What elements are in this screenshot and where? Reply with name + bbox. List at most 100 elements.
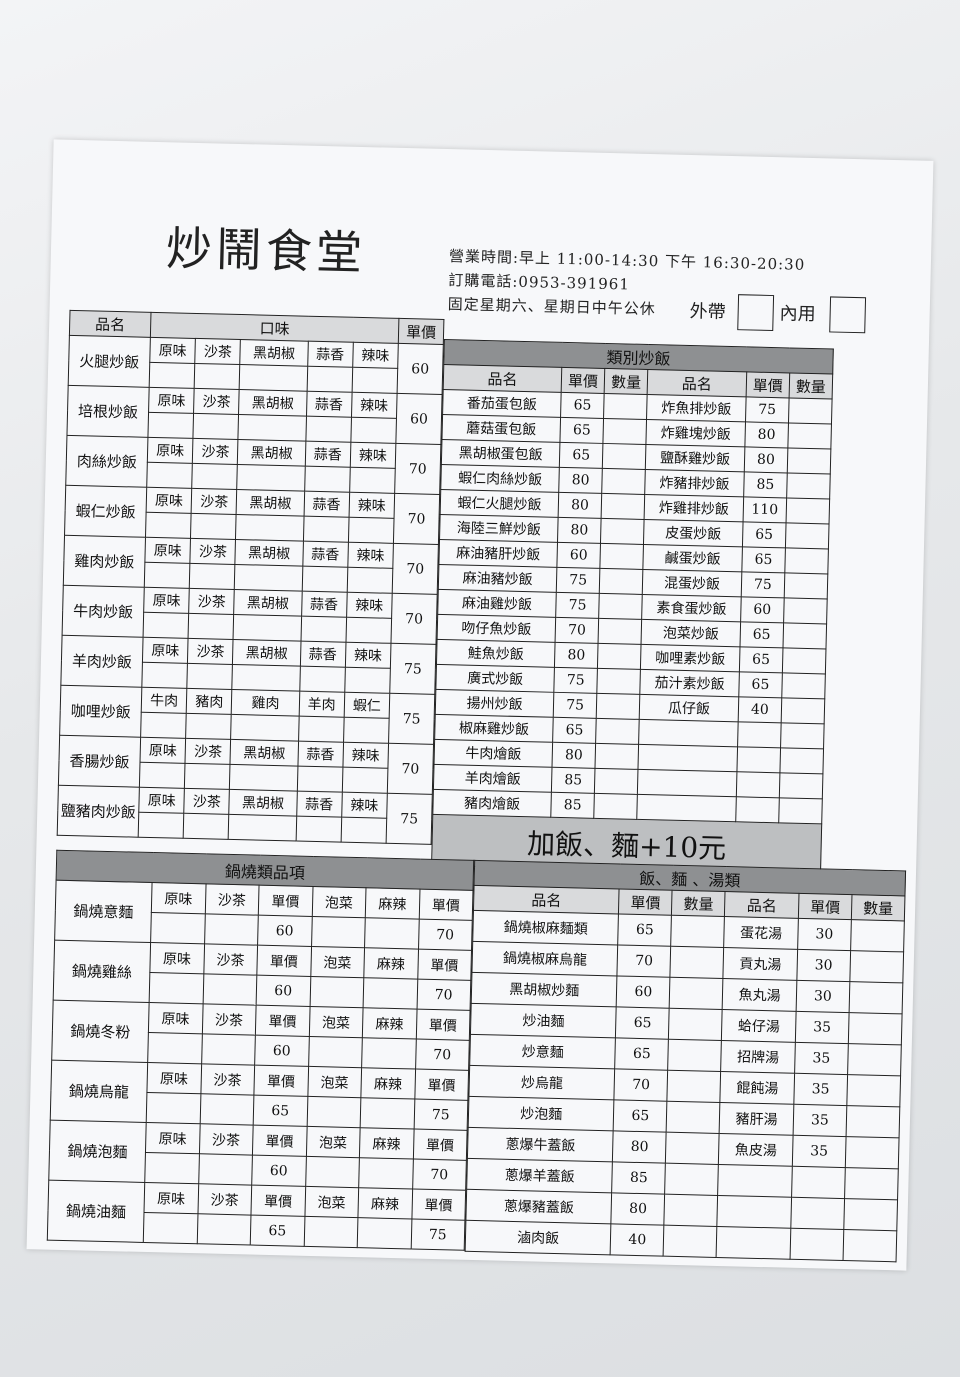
option-cell[interactable]: 單價 <box>417 949 472 981</box>
option-cell[interactable]: 泡菜 <box>310 946 365 978</box>
option-cell[interactable]: 單價 <box>411 1188 466 1221</box>
qty-cell[interactable] <box>147 1032 202 1064</box>
option-cell[interactable]: 麻辣 <box>362 1007 417 1040</box>
qty-cell[interactable] <box>667 1039 722 1072</box>
flavor-option[interactable]: 辣味 <box>342 742 389 769</box>
option-cell[interactable]: 原味 <box>148 1002 203 1034</box>
qty-cell[interactable] <box>596 693 641 720</box>
qty-cell[interactable] <box>198 1153 253 1186</box>
flavor-option[interactable]: 沙茶 <box>183 788 230 815</box>
qty-cell[interactable] <box>784 572 828 599</box>
qty-cell[interactable] <box>295 816 342 843</box>
qty-cell[interactable] <box>194 363 241 390</box>
flavor-option[interactable]: 牛肉 <box>141 687 188 714</box>
qty-cell[interactable] <box>149 362 195 389</box>
qty-cell[interactable] <box>844 1167 899 1200</box>
option-cell[interactable]: 泡菜 <box>304 1186 359 1218</box>
qty-cell[interactable] <box>144 562 191 589</box>
flavor-option[interactable]: 沙茶 <box>191 488 238 515</box>
qty-cell[interactable] <box>668 1008 723 1041</box>
option-cell[interactable]: 單價 <box>252 1125 307 1157</box>
takeout-checkbox[interactable] <box>737 294 775 332</box>
qty-cell[interactable] <box>671 915 725 948</box>
flavor-option[interactable]: 沙茶 <box>194 338 241 365</box>
option-cell[interactable]: 單價 <box>414 1069 469 1101</box>
flavor-option[interactable]: 原味 <box>148 387 195 414</box>
qty-cell[interactable] <box>600 518 645 545</box>
qty-cell[interactable] <box>234 564 303 592</box>
qty-cell[interactable] <box>603 418 647 445</box>
flavor-option[interactable]: 黑胡椒 <box>229 789 297 817</box>
qty-cell[interactable] <box>343 717 390 744</box>
qty-cell[interactable] <box>778 797 823 824</box>
option-cell[interactable]: 泡菜 <box>305 1126 361 1158</box>
qty-cell[interactable] <box>308 1036 363 1068</box>
qty-cell[interactable] <box>784 547 829 574</box>
qty-cell[interactable] <box>782 647 826 674</box>
qty-cell[interactable] <box>597 643 642 670</box>
qty-cell[interactable] <box>187 663 233 690</box>
qty-cell[interactable] <box>184 763 231 790</box>
qty-cell[interactable] <box>144 1152 199 1184</box>
qty-cell[interactable] <box>593 793 638 820</box>
qty-cell[interactable] <box>239 364 308 392</box>
qty-cell[interactable] <box>601 468 646 495</box>
qty-cell[interactable] <box>342 767 388 794</box>
flavor-option[interactable]: 黑胡椒 <box>238 389 307 417</box>
qty-cell[interactable] <box>190 513 237 540</box>
qty-cell[interactable] <box>783 597 828 624</box>
flavor-option[interactable]: 辣味 <box>346 592 393 619</box>
qty-cell[interactable] <box>348 517 395 544</box>
qty-cell[interactable] <box>202 973 257 1006</box>
option-cell[interactable]: 沙茶 <box>198 1123 254 1156</box>
qty-cell[interactable] <box>599 568 644 595</box>
qty-cell[interactable] <box>232 664 300 692</box>
qty-cell[interactable] <box>850 919 905 952</box>
flavor-option[interactable]: 辣味 <box>347 542 394 569</box>
qty-cell[interactable] <box>842 1229 897 1262</box>
qty-cell[interactable] <box>228 814 297 842</box>
flavor-option[interactable]: 辣味 <box>349 442 396 469</box>
option-cell[interactable]: 麻辣 <box>365 887 420 920</box>
qty-cell[interactable] <box>189 563 236 590</box>
qty-cell[interactable] <box>146 462 193 489</box>
qty-cell[interactable] <box>340 817 387 844</box>
flavor-option[interactable]: 原味 <box>138 787 185 814</box>
qty-cell[interactable] <box>299 666 346 693</box>
flavor-option[interactable]: 原味 <box>146 487 192 514</box>
qty-cell[interactable] <box>231 714 299 742</box>
flavor-option[interactable]: 蝦仁 <box>343 692 390 719</box>
qty-cell[interactable] <box>204 913 259 946</box>
qty-cell[interactable] <box>787 422 832 449</box>
qty-cell[interactable] <box>664 1163 719 1196</box>
flavor-option[interactable]: 原味 <box>142 637 189 664</box>
qty-cell[interactable] <box>351 367 398 394</box>
option-cell[interactable]: 沙茶 <box>197 1183 252 1216</box>
flavor-option[interactable]: 蒜香 <box>301 591 347 618</box>
qty-cell[interactable] <box>598 618 642 645</box>
qty-cell[interactable] <box>346 567 393 594</box>
option-cell[interactable]: 泡菜 <box>307 1066 362 1098</box>
qty-cell[interactable] <box>846 1105 900 1138</box>
qty-cell[interactable] <box>304 466 350 493</box>
qty-cell[interactable] <box>786 472 831 499</box>
qty-cell[interactable] <box>345 617 392 644</box>
flavor-option[interactable]: 黑胡椒 <box>232 639 301 667</box>
flavor-option[interactable]: 原味 <box>144 537 191 564</box>
qty-cell[interactable] <box>305 1156 360 1188</box>
qty-cell[interactable] <box>781 697 825 724</box>
option-cell[interactable]: 單價 <box>258 885 313 917</box>
qty-cell[interactable] <box>306 366 353 393</box>
qty-cell[interactable] <box>238 414 307 442</box>
qty-cell[interactable] <box>349 467 396 494</box>
qty-cell[interactable] <box>779 747 824 774</box>
qty-cell[interactable] <box>845 1136 900 1169</box>
qty-cell[interactable] <box>594 768 639 795</box>
option-cell[interactable]: 沙茶 <box>204 883 260 916</box>
option-cell[interactable]: 麻辣 <box>363 947 419 980</box>
option-cell[interactable]: 原味 <box>145 1122 200 1154</box>
flavor-option[interactable]: 黑胡椒 <box>230 739 299 767</box>
qty-cell[interactable] <box>298 716 344 743</box>
qty-cell[interactable] <box>847 1043 902 1076</box>
qty-cell[interactable] <box>344 667 391 694</box>
